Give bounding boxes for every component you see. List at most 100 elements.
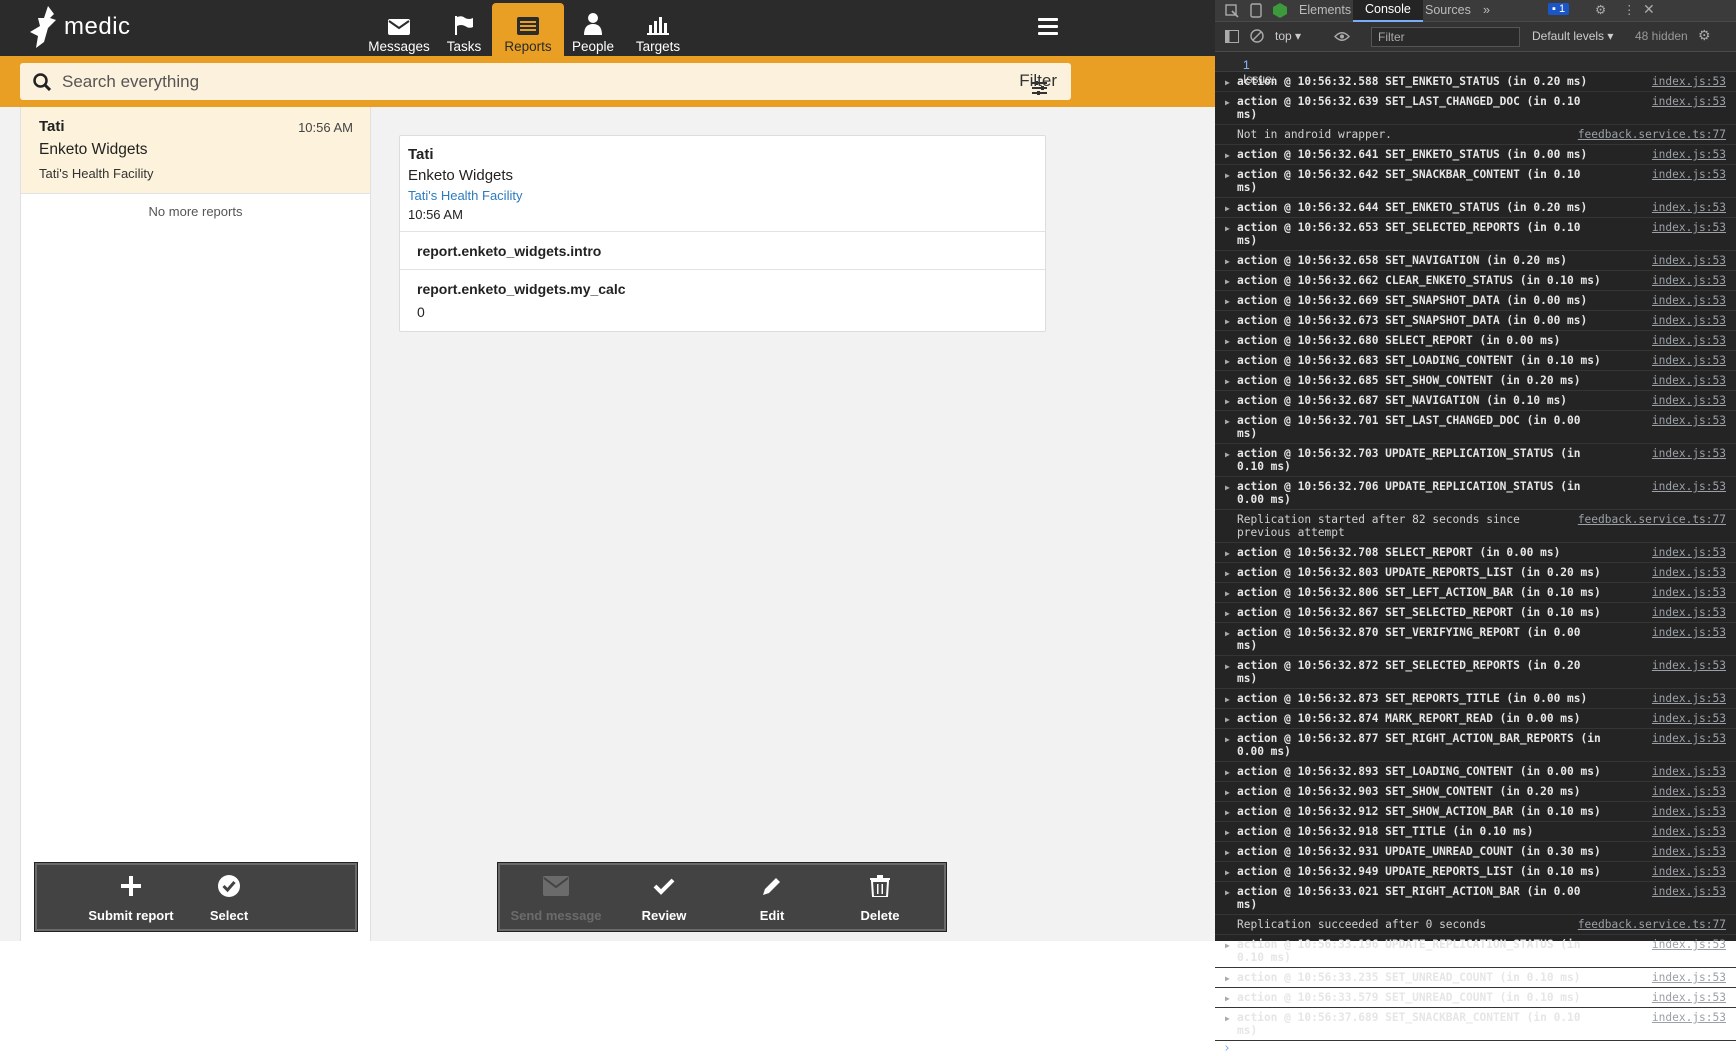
console-source-link[interactable]: index.js:53 (1652, 712, 1726, 725)
console-source-link[interactable]: index.js:53 (1652, 95, 1726, 108)
expand-triangle-icon[interactable]: ▶ (1225, 627, 1230, 640)
expand-triangle-icon[interactable]: ▶ (1225, 222, 1230, 235)
console-source-link[interactable]: feedback.service.ts:77 (1578, 128, 1726, 141)
hamburger-menu-icon[interactable] (1038, 18, 1058, 39)
console-log-entry[interactable]: ▶ action @ 10:56:32.708 SELECT_REPORT (in… (1215, 543, 1736, 563)
console-source-link[interactable]: index.js:53 (1652, 148, 1726, 161)
expand-triangle-icon[interactable]: ▶ (1225, 547, 1230, 560)
console-source-link[interactable]: index.js:53 (1652, 314, 1726, 327)
expand-triangle-icon[interactable]: ▶ (1225, 335, 1230, 348)
console-log-entry[interactable]: ▶ action @ 10:56:32.687 SET_NAVIGATION (i… (1215, 391, 1736, 411)
console-log-entry[interactable]: ▶ action @ 10:56:32.706 UPDATE_REPLICATIO… (1215, 477, 1736, 510)
console-settings-icon[interactable]: ⚙ (1698, 27, 1711, 44)
console-log-entry[interactable]: ▶ action @ 10:56:32.872 SET_SELECTED_REPO… (1215, 656, 1736, 689)
console-log-entry[interactable]: ▶ action @ 10:56:32.639 SET_LAST_CHANGED_… (1215, 92, 1736, 125)
expand-triangle-icon[interactable]: ▶ (1225, 972, 1230, 985)
delete-button[interactable]: Delete (826, 873, 934, 923)
issues-badge[interactable]: ▪ 1 (1548, 3, 1570, 15)
console-source-link[interactable]: index.js:53 (1652, 75, 1726, 88)
sidebar-toggle-icon[interactable] (1225, 30, 1239, 43)
expand-triangle-icon[interactable]: ▶ (1225, 76, 1230, 89)
issues-bar[interactable]: 1 Issue: 1 (1215, 52, 1736, 86)
console-log-entry[interactable]: ▶ action @ 10:56:32.874 MARK_REPORT_READ … (1215, 709, 1736, 729)
console-source-link[interactable]: index.js:53 (1652, 938, 1726, 951)
console-source-link[interactable]: index.js:53 (1652, 732, 1726, 745)
console-source-link[interactable]: index.js:53 (1652, 274, 1726, 287)
settings-gear-icon[interactable]: ⚙ (1595, 2, 1606, 17)
console-source-link[interactable]: index.js:53 (1652, 294, 1726, 307)
console-source-link[interactable]: index.js:53 (1652, 394, 1726, 407)
close-devtools-icon[interactable]: ✕ (1643, 1, 1655, 18)
console-log-entry[interactable]: ▶ action @ 10:56:32.931 UPDATE_UNREAD_COU… (1215, 842, 1736, 862)
console-source-link[interactable]: index.js:53 (1652, 546, 1726, 559)
expand-triangle-icon[interactable]: ▶ (1225, 295, 1230, 308)
console-source-link[interactable]: index.js:53 (1652, 414, 1726, 427)
send-message-button[interactable]: Send message (502, 873, 610, 923)
console-log-entry[interactable]: ▶ action @ 10:56:32.803 UPDATE_REPORTS_LI… (1215, 563, 1736, 583)
kebab-menu-icon[interactable]: ⋮ (1623, 2, 1636, 17)
console-log-entry[interactable]: ▶ action @ 10:56:32.588 SET_ENKETO_STATUS… (1215, 72, 1736, 92)
console-source-link[interactable]: index.js:53 (1652, 765, 1726, 778)
console-log-entry[interactable]: ▶ action @ 10:56:32.903 SET_SHOW_CONTENT … (1215, 782, 1736, 802)
expand-triangle-icon[interactable]: ▶ (1225, 992, 1230, 1005)
extension-icon[interactable] (1273, 3, 1287, 18)
console-log-entry[interactable]: ▶ action @ 10:56:32.641 SET_ENKETO_STATUS… (1215, 145, 1736, 165)
expand-triangle-icon[interactable]: ▶ (1225, 448, 1230, 461)
console-log-entry[interactable]: ▶ action @ 10:56:32.877 SET_RIGHT_ACTION_… (1215, 729, 1736, 762)
console-source-link[interactable]: index.js:53 (1652, 805, 1726, 818)
expand-triangle-icon[interactable]: ▶ (1225, 826, 1230, 839)
expand-triangle-icon[interactable]: ▶ (1225, 587, 1230, 600)
console-log-entry[interactable]: ▶ action @ 10:56:32.683 SET_LOADING_CONTE… (1215, 351, 1736, 371)
console-source-link[interactable]: index.js:53 (1652, 971, 1726, 984)
console-source-link[interactable]: index.js:53 (1652, 825, 1726, 838)
console-log-entry[interactable]: ▶ action @ 10:56:32.912 SET_SHOW_ACTION_B… (1215, 802, 1736, 822)
expand-triangle-icon[interactable]: ▶ (1225, 886, 1230, 899)
console-source-link[interactable]: index.js:53 (1652, 566, 1726, 579)
console-source-link[interactable]: index.js:53 (1652, 254, 1726, 267)
console-log-entry[interactable]: ▶ action @ 10:56:32.662 CLEAR_ENKETO_STAT… (1215, 271, 1736, 291)
devtools-tab-elements[interactable]: Elements (1299, 3, 1351, 17)
console-log-entry[interactable]: ▶ action @ 10:56:33.021 SET_RIGHT_ACTION_… (1215, 882, 1736, 915)
expand-triangle-icon[interactable]: ▶ (1225, 202, 1230, 215)
tab-targets[interactable]: Targets (622, 3, 694, 56)
console-source-link[interactable]: index.js:53 (1652, 168, 1726, 181)
expand-triangle-icon[interactable]: ▶ (1225, 866, 1230, 879)
console-source-link[interactable]: index.js:53 (1652, 885, 1726, 898)
select-button[interactable]: Select (175, 873, 283, 923)
eye-icon[interactable] (1334, 31, 1350, 42)
console-log-entry[interactable]: ▶ action @ 10:56:32.673 SET_SNAPSHOT_DATA… (1215, 311, 1736, 331)
console-source-link[interactable]: index.js:53 (1652, 991, 1726, 1004)
expand-triangle-icon[interactable]: ▶ (1225, 607, 1230, 620)
console-log-entry[interactable]: ▶ action @ 10:56:32.873 SET_REPORTS_TITLE… (1215, 689, 1736, 709)
review-button[interactable]: Review (610, 873, 718, 923)
search-input[interactable] (62, 63, 942, 100)
console-log-entry[interactable]: ▶ action @ 10:56:32.669 SET_SNAPSHOT_DATA… (1215, 291, 1736, 311)
console-log-entry[interactable]: ▶ action @ 10:56:32.949 UPDATE_REPORTS_LI… (1215, 862, 1736, 882)
console-log-entry[interactable]: ▶ action @ 10:56:33.196 UPDATE_REPLICATIO… (1215, 935, 1736, 968)
console-log-entry[interactable]: ▶ action @ 10:56:32.644 SET_ENKETO_STATUS… (1215, 198, 1736, 218)
console-log-entry[interactable]: ▶ action @ 10:56:32.918 SET_TITLE (in 0.1… (1215, 822, 1736, 842)
expand-triangle-icon[interactable]: ▶ (1225, 149, 1230, 162)
console-source-link[interactable]: index.js:53 (1652, 221, 1726, 234)
more-tabs-icon[interactable]: » (1483, 3, 1490, 17)
console-log-entry[interactable]: ▶ action @ 10:56:37.689 SET_SNACKBAR_CONT… (1215, 1008, 1736, 1041)
console-filter-input[interactable]: Filter (1371, 27, 1520, 47)
console-prompt[interactable]: › (1223, 1041, 1231, 1056)
console-source-link[interactable]: index.js:53 (1652, 354, 1726, 367)
console-source-link[interactable]: feedback.service.ts:77 (1578, 513, 1726, 526)
tab-people[interactable]: People (557, 3, 629, 56)
clear-console-icon[interactable] (1250, 29, 1264, 43)
tab-messages[interactable]: Messages (363, 3, 435, 56)
console-log-entry[interactable]: ▶ action @ 10:56:32.701 SET_LAST_CHANGED_… (1215, 411, 1736, 444)
console-log-entry[interactable]: ▶ action @ 10:56:32.703 UPDATE_REPLICATIO… (1215, 444, 1736, 477)
console-source-link[interactable]: index.js:53 (1652, 334, 1726, 347)
console-source-link[interactable]: index.js:53 (1652, 1011, 1726, 1024)
device-toolbar-icon[interactable] (1250, 3, 1262, 18)
console-log-entry[interactable]: ▶ action @ 10:56:33.579 SET_UNREAD_COUNT … (1215, 988, 1736, 1008)
tab-tasks[interactable]: Tasks (428, 3, 500, 56)
medic-logo[interactable]: medic (26, 4, 131, 50)
console-log-entry[interactable]: ▶ action @ 10:56:32.680 SELECT_REPORT (in… (1215, 331, 1736, 351)
inspect-element-icon[interactable] (1225, 4, 1239, 18)
expand-triangle-icon[interactable]: ▶ (1225, 96, 1230, 109)
expand-triangle-icon[interactable]: ▶ (1225, 169, 1230, 182)
